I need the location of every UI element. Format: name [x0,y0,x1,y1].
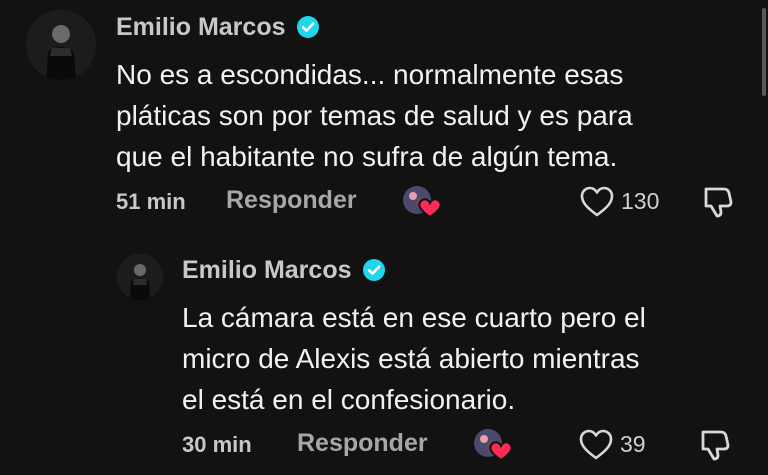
avatar[interactable] [26,10,96,80]
heart-outline-icon [580,186,614,217]
creator-liked-heart-icon [402,183,444,221]
thumbs-down-icon[interactable] [697,427,733,463]
like-count: 130 [621,187,660,214]
creator-liked-heart-icon [473,426,515,464]
comment-text-line: No es a escondidas... normalmente esas [116,59,624,90]
thumbs-down-icon[interactable] [700,184,736,220]
verified-check-icon [362,258,386,282]
comments-panel: Emilio Marcos No es a escondidas... norm… [0,0,768,475]
reply-button[interactable]: Responder [297,429,428,458]
comment-timestamp: 30 min [182,432,252,457]
like-button[interactable]: 39 [578,427,646,461]
comment-text-line: el está en el confesionario. [182,384,516,415]
comment-author-name[interactable]: Emilio Marcos [182,256,352,285]
like-button[interactable]: 130 [579,184,659,218]
comment-author-row: Emilio Marcos [116,10,320,44]
comment-text: La cámara está en ese cuarto pero el mic… [182,297,742,420]
comment-text-line: pláticas son por temas de salud y es par… [116,100,633,131]
reply-button[interactable]: Responder [226,186,357,215]
comment-text-line: que el habitante no sufra de algún tema. [116,141,618,172]
avatar[interactable] [117,254,163,300]
comment-timestamp: 51 min [116,189,186,214]
scrollbar[interactable] [762,8,766,96]
verified-check-icon [296,15,320,39]
comment-text-line: La cámara está en ese cuarto pero el [182,302,646,333]
heart-outline-icon [579,429,613,460]
comment-text-line: micro de Alexis está abierto mientras [182,343,640,374]
comment-author-row: Emilio Marcos [182,253,386,287]
comment-text: No es a escondidas... normalmente esas p… [116,54,736,177]
like-count: 39 [620,430,646,457]
comment-author-name[interactable]: Emilio Marcos [116,13,286,42]
